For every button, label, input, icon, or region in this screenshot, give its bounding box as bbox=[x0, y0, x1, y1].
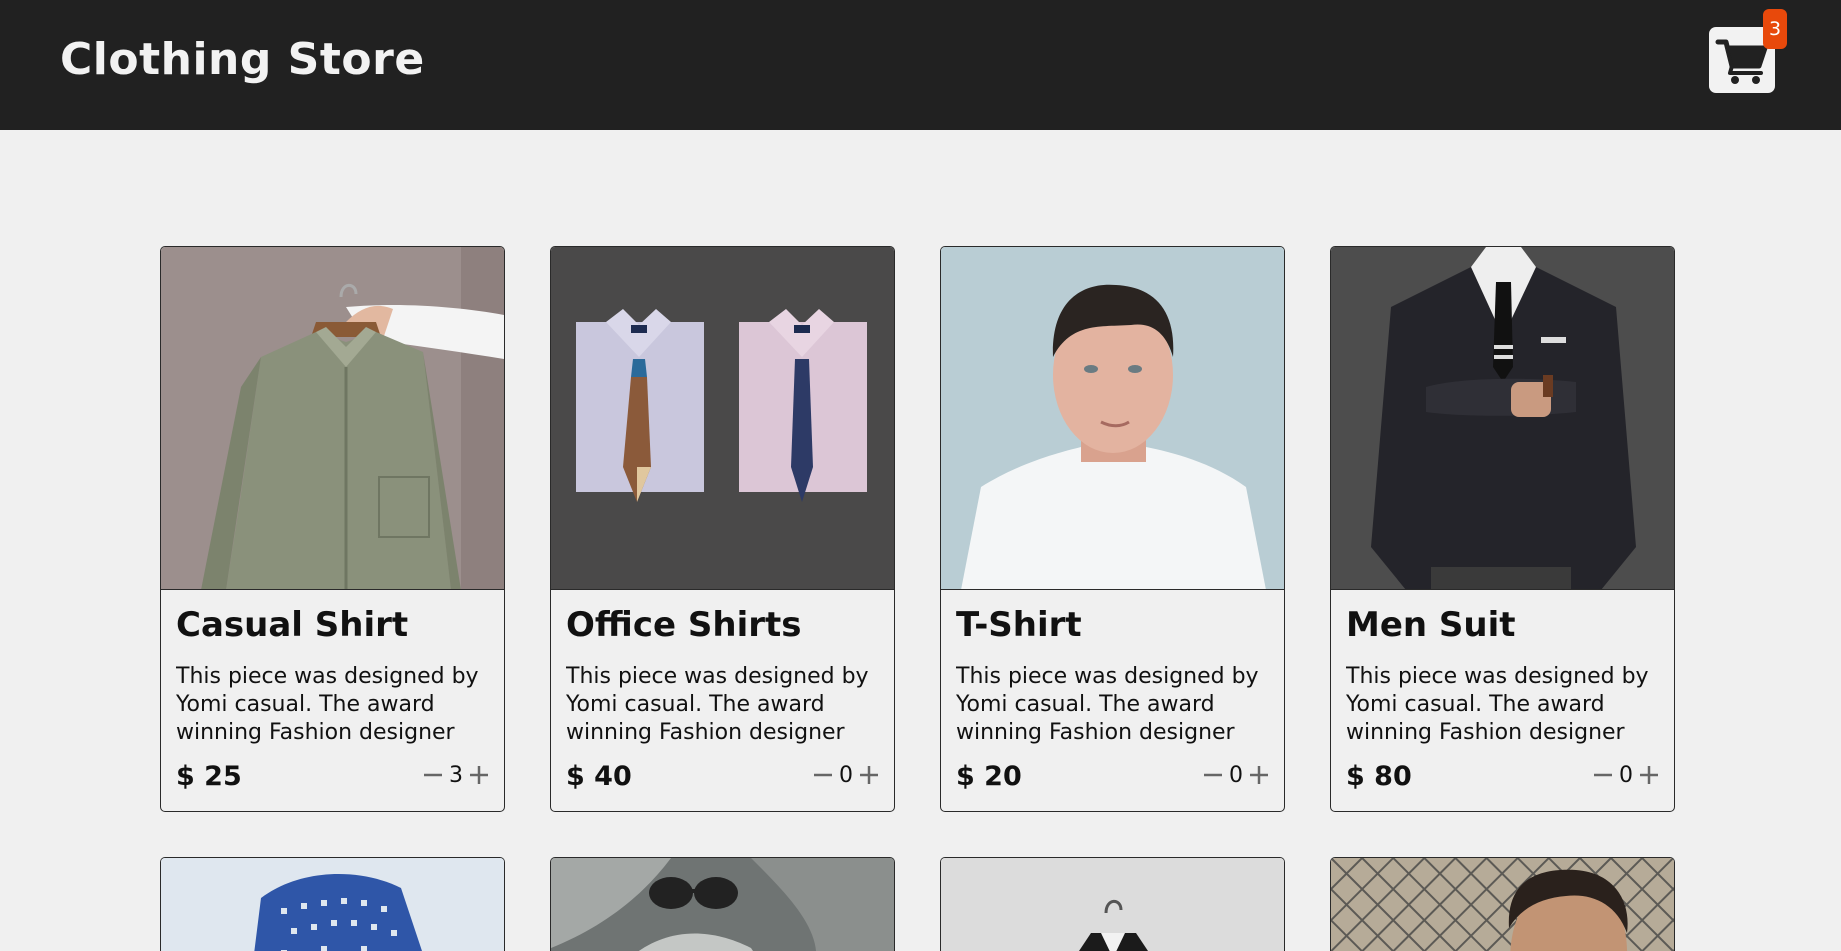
product-price: $ 40 bbox=[566, 761, 632, 792]
quantity-stepper: 3 bbox=[422, 762, 490, 788]
shopping-cart-icon bbox=[1715, 39, 1768, 84]
quantity-stepper: 0 bbox=[1592, 762, 1660, 788]
quantity-stepper: 0 bbox=[1202, 762, 1270, 788]
product-card bbox=[160, 857, 505, 951]
product-image bbox=[161, 247, 504, 590]
product-title: Casual Shirt bbox=[176, 605, 409, 645]
product-card bbox=[940, 857, 1285, 951]
product-image bbox=[551, 247, 894, 590]
product-image bbox=[1331, 858, 1674, 951]
minus-icon[interactable] bbox=[422, 762, 444, 788]
product-title: T-Shirt bbox=[956, 605, 1082, 645]
product-price: $ 80 bbox=[1346, 761, 1412, 792]
product-image bbox=[941, 247, 1284, 590]
product-card bbox=[550, 857, 895, 951]
product-description: This piece was designed by Yomi casual. … bbox=[956, 664, 1259, 745]
product-card: Office Shirts This piece was designed by… bbox=[550, 246, 895, 812]
product-price: $ 20 bbox=[956, 761, 1022, 792]
store-title: Clothing Store bbox=[60, 34, 425, 85]
product-description: This piece was designed by Yomi casual. … bbox=[566, 664, 869, 745]
plus-icon[interactable] bbox=[1638, 762, 1660, 788]
quantity-stepper: 0 bbox=[812, 762, 880, 788]
product-image bbox=[1331, 247, 1674, 590]
cart-count-badge: 3 bbox=[1763, 9, 1787, 49]
product-card: T-Shirt This piece was designed by Yomi … bbox=[940, 246, 1285, 812]
product-description: This piece was designed by Yomi casual. … bbox=[176, 664, 479, 745]
product-description: This piece was designed by Yomi casual. … bbox=[1346, 664, 1649, 745]
quantity-value: 3 bbox=[449, 762, 463, 788]
app-header: Clothing Store 3 bbox=[0, 0, 1841, 130]
minus-icon[interactable] bbox=[812, 762, 834, 788]
plus-icon[interactable] bbox=[468, 762, 490, 788]
product-card: Men Suit This piece was designed by Yomi… bbox=[1330, 246, 1675, 812]
quantity-value: 0 bbox=[1229, 762, 1243, 788]
product-title: Men Suit bbox=[1346, 605, 1516, 645]
product-title: Office Shirts bbox=[566, 605, 802, 645]
plus-icon[interactable] bbox=[858, 762, 880, 788]
product-image bbox=[551, 858, 894, 951]
product-card bbox=[1330, 857, 1675, 951]
product-image bbox=[161, 858, 504, 951]
product-image bbox=[941, 858, 1284, 951]
product-card: Casual Shirt This piece was designed by … bbox=[160, 246, 505, 812]
plus-icon[interactable] bbox=[1248, 762, 1270, 788]
quantity-value: 0 bbox=[839, 762, 853, 788]
product-price: $ 25 bbox=[176, 761, 242, 792]
minus-icon[interactable] bbox=[1592, 762, 1614, 788]
minus-icon[interactable] bbox=[1202, 762, 1224, 788]
quantity-value: 0 bbox=[1619, 762, 1633, 788]
